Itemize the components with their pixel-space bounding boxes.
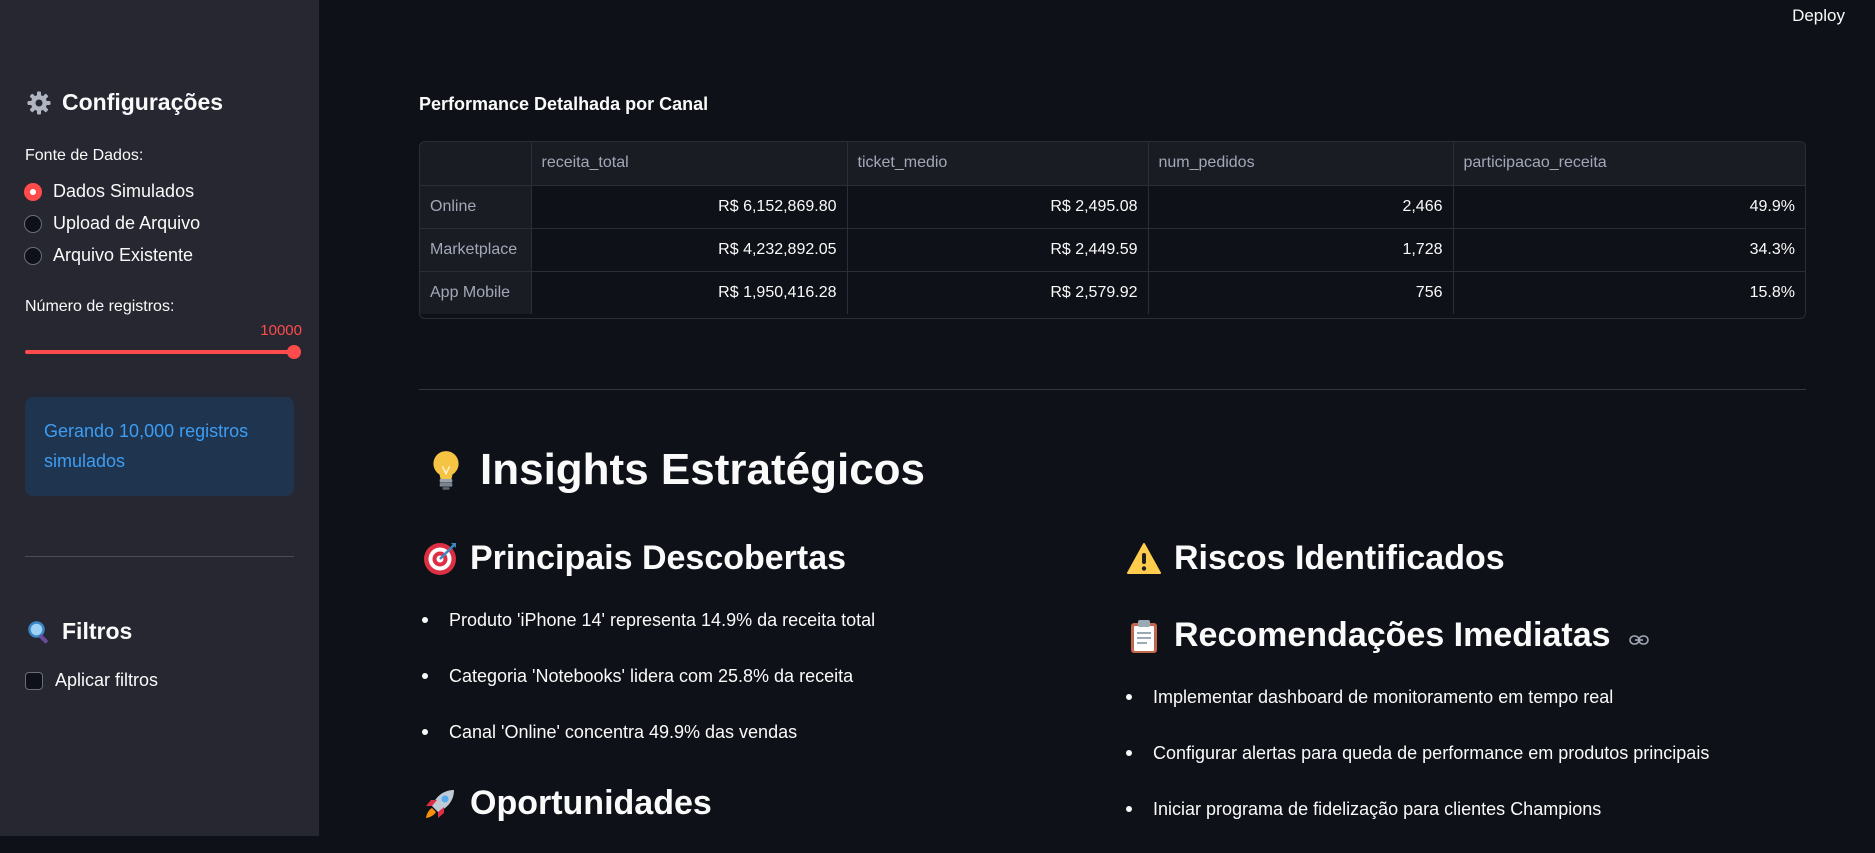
info-message: Gerando 10,000 registros simulados <box>44 421 249 471</box>
records-slider-track[interactable] <box>25 350 294 354</box>
table-cell[interactable]: R$ 2,579.92 <box>847 271 1149 314</box>
anchor-link-icon[interactable] <box>1628 633 1649 647</box>
list-item: Implementar dashboard de monitoramento e… <box>1124 685 1709 741</box>
opportunities-title: Oportunidades <box>470 784 712 822</box>
apply-filters-checkbox[interactable]: Aplicar filtros <box>25 670 158 691</box>
table-cell[interactable]: R$ 2,449.59 <box>847 228 1149 272</box>
table-header-row: receita_total ticket_medio num_pedidos p… <box>420 142 1805 186</box>
info-alert: Gerando 10,000 registros simulados <box>25 397 294 496</box>
table-cell[interactable]: R$ 4,232,892.05 <box>531 228 848 272</box>
row-label: App Mobile <box>420 271 532 314</box>
table-cell[interactable]: 34.3% <box>1453 228 1805 272</box>
list-item: Configurar alertas para queda de perform… <box>1124 741 1709 797</box>
table-title: Performance Detalhada por Canal <box>419 94 709 114</box>
table-row: Online R$ 6,152,869.80 R$ 2,495.08 2,466… <box>420 185 1805 229</box>
table-row: App Mobile R$ 1,950,416.28 R$ 2,579.92 7… <box>420 271 1805 314</box>
target-icon <box>424 542 456 575</box>
records-label: Número de registros: <box>25 298 175 315</box>
sidebar-divider <box>25 556 294 557</box>
radio-label: Arquivo Existente <box>53 245 194 265</box>
risks-title: Riscos Identificados <box>1174 539 1505 577</box>
radio-indicator[interactable] <box>24 214 42 233</box>
main-divider <box>419 389 1806 390</box>
radio-label: Upload de Arquivo <box>53 213 201 233</box>
recommendations-title: Recomendações Imediatas <box>1174 616 1611 654</box>
list-item: Produto 'iPhone 14' representa 14.9% da … <box>420 608 875 664</box>
performance-table[interactable]: receita_total ticket_medio num_pedidos p… <box>419 141 1806 319</box>
table-cell[interactable]: R$ 6,152,869.80 <box>531 185 848 229</box>
clipboard-icon <box>1131 619 1157 653</box>
column-header-receita-total[interactable]: receita_total <box>531 142 848 186</box>
data-source-label: Fonte de Dados: <box>25 147 144 164</box>
table-cell[interactable]: R$ 2,495.08 <box>847 185 1149 229</box>
checkbox-box[interactable] <box>25 671 43 690</box>
radio-label: Dados Simulados <box>53 181 195 201</box>
insights-title: Insights Estratégicos <box>480 445 926 494</box>
warning-icon <box>1127 542 1161 574</box>
table-cell[interactable]: 756 <box>1148 271 1454 314</box>
table-cell[interactable]: 49.9% <box>1453 185 1805 229</box>
rocket-icon <box>426 789 454 818</box>
row-label: Online <box>420 185 532 229</box>
magnifier-icon <box>28 620 48 643</box>
list-item: Iniciar programa de fidelização para cli… <box>1124 797 1709 853</box>
table-cell[interactable]: 2,466 <box>1148 185 1454 229</box>
records-slider-thumb[interactable] <box>287 345 301 359</box>
list-item: Canal 'Online' concentra 49.9% das venda… <box>420 720 875 776</box>
column-header-ticket-medio[interactable]: ticket_medio <box>847 142 1149 186</box>
discoveries-heading: Principais Descobertas <box>422 539 846 578</box>
filters-title: Filtros <box>62 618 133 644</box>
opportunities-heading: Oportunidades <box>422 784 712 823</box>
row-label: Marketplace <box>420 228 532 272</box>
discoveries-list: Produto 'iPhone 14' representa 14.9% da … <box>420 608 875 776</box>
discoveries-title: Principais Descobertas <box>470 539 847 577</box>
table-row: Marketplace R$ 4,232,892.05 R$ 2,449.59 … <box>420 228 1805 272</box>
table-cell[interactable]: R$ 1,950,416.28 <box>531 271 848 314</box>
config-heading: Configurações <box>26 89 223 116</box>
column-header-index <box>420 142 532 186</box>
sidebar: Configurações Fonte de Dados: Dados Simu… <box>0 0 319 836</box>
config-title: Configurações <box>62 89 224 115</box>
column-header-num-pedidos[interactable]: num_pedidos <box>1148 142 1454 186</box>
records-slider-value: 10000 <box>260 322 302 339</box>
column-header-participacao-receita[interactable]: participacao_receita <box>1453 142 1805 186</box>
table-cell[interactable]: 1,728 <box>1148 228 1454 272</box>
list-item: Categoria 'Notebooks' lidera com 25.8% d… <box>420 664 875 720</box>
recommendations-list: Implementar dashboard de monitoramento e… <box>1124 685 1709 853</box>
apply-filters-label: Aplicar filtros <box>55 670 159 690</box>
table-cell[interactable]: 15.8% <box>1453 271 1805 314</box>
insights-heading: Insights Estratégicos <box>428 445 925 495</box>
radio-dados-simulados[interactable]: Dados Simulados <box>24 181 194 202</box>
radio-upload-arquivo[interactable]: Upload de Arquivo <box>24 213 200 234</box>
deploy-button[interactable]: Deploy <box>1790 4 1847 28</box>
recommendations-heading: Recomendações Imediatas <box>1126 616 1649 655</box>
risks-heading: Riscos Identificados <box>1126 539 1505 578</box>
filters-heading: Filtros <box>26 618 132 645</box>
radio-selected-indicator[interactable] <box>24 182 42 201</box>
radio-indicator[interactable] <box>24 246 42 265</box>
gear-icon <box>27 91 51 114</box>
lightbulb-icon <box>433 451 459 490</box>
radio-arquivo-existente[interactable]: Arquivo Existente <box>24 245 193 266</box>
